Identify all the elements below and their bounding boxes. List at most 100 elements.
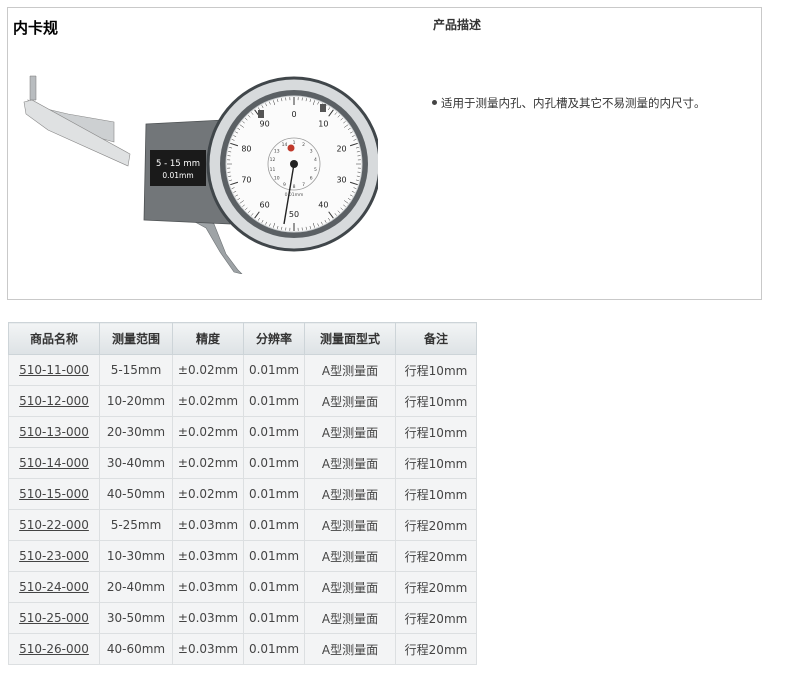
model-link[interactable]: 510-14-000	[19, 456, 89, 470]
face-type-cell: A型测量面	[304, 602, 396, 634]
dial-tolerance-marker-left	[258, 110, 264, 118]
dial-number: 60	[260, 200, 270, 209]
accuracy-cell: ±0.02mm	[172, 385, 244, 417]
remark-cell: 行程10mm	[395, 385, 477, 417]
range-cell: 40-50mm	[99, 478, 173, 510]
table-row: 510-11-000 5-15mm ±0.02mm 0.01mm A型测量面 行程10mm	[8, 354, 477, 386]
dial-inner-number: 7	[302, 182, 305, 188]
accuracy-cell: ±0.02mm	[172, 447, 244, 479]
dial-number: 0	[291, 110, 296, 119]
dial-number: 20	[336, 145, 346, 154]
dial-tolerance-marker-right	[320, 104, 326, 112]
accuracy-cell: ±0.02mm	[172, 354, 244, 386]
model-cell: 510-22-000	[8, 509, 100, 541]
dial-inner-number: 9	[283, 182, 286, 188]
face-type-cell: A型测量面	[304, 478, 396, 510]
dial-number: 40	[318, 200, 328, 209]
resolution-cell: 0.01mm	[243, 478, 305, 510]
gauge-upper-tip	[29, 75, 37, 101]
model-cell: 510-11-000	[8, 354, 100, 386]
table-row: 510-15-000 40-50mm ±0.02mm 0.01mm A型测量面 行程10m…	[8, 478, 477, 510]
remark-cell: 行程20mm	[395, 602, 477, 634]
resolution-cell: 0.01mm	[243, 447, 305, 479]
model-link[interactable]: 510-11-000	[19, 363, 89, 377]
dial-number: 70	[241, 175, 251, 184]
range-cell: 30-40mm	[99, 447, 173, 479]
dial-inner-number: 3	[310, 148, 313, 154]
model-cell: 510-23-000	[8, 540, 100, 572]
model-cell: 510-12-000	[8, 385, 100, 417]
description-text: 适用于测量内孔、内孔槽及其它不易测量的内尺寸。	[441, 96, 706, 110]
face-type-cell: A型测量面	[304, 385, 396, 417]
accuracy-cell: ±0.03mm	[172, 509, 244, 541]
range-cell: 10-30mm	[99, 540, 173, 572]
model-cell: 510-24-000	[8, 571, 100, 603]
model-cell: 510-25-000	[8, 602, 100, 634]
product-title: 内卡规	[13, 19, 59, 37]
product-image: 5 - 15 mm 0.01mm 0102030405060708090 1 23…	[23, 75, 378, 274]
accuracy-cell: ±0.03mm	[172, 602, 244, 634]
model-link[interactable]: 510-23-000	[19, 549, 89, 563]
dial-inner-number: 12	[270, 157, 276, 163]
spec-table-header-row: 商品名称 测量范围 精度 分辨率 测量面型式 备注	[8, 322, 477, 355]
dial-number: 30	[336, 175, 346, 184]
header-model: 商品名称	[8, 322, 100, 355]
dial-small-text: 0.01mm	[285, 192, 304, 198]
accuracy-cell: ±0.03mm	[172, 571, 244, 603]
model-link[interactable]: 510-13-000	[19, 425, 89, 439]
range-cell: 20-30mm	[99, 416, 173, 448]
range-cell: 10-20mm	[99, 385, 173, 417]
resolution-cell: 0.01mm	[243, 385, 305, 417]
range-cell: 40-60mm	[99, 633, 173, 665]
dial-inner-number: 8	[293, 184, 296, 190]
face-type-cell: A型测量面	[304, 416, 396, 448]
remark-cell: 行程20mm	[395, 571, 477, 603]
gauge-range-label: 5 - 15 mm	[156, 159, 200, 169]
model-link[interactable]: 510-22-000	[19, 518, 89, 532]
range-cell: 5-25mm	[99, 509, 173, 541]
table-row: 510-23-000 10-30mm ±0.03mm 0.01mm A型测量面 行程20m…	[8, 540, 477, 572]
dial-inner-number: 5	[314, 167, 317, 173]
accuracy-cell: ±0.03mm	[172, 633, 244, 665]
dial-inner-number: 11	[270, 167, 276, 173]
dial-inner-number: 14	[282, 142, 288, 148]
dial-inner-number: 13	[274, 148, 280, 154]
range-cell: 30-50mm	[99, 602, 173, 634]
product-panel: 内卡规 5 - 15 mm 0.01mm 0 10 20 30 40 50 60 70 80 90…	[7, 7, 762, 300]
dial-logo-icon	[287, 144, 295, 152]
resolution-cell: 0.01mm	[243, 354, 305, 386]
table-row: 510-26-000 40-60mm ±0.03mm 0.01mm A型测量面 行程20m…	[8, 633, 477, 665]
remark-cell: 行程10mm	[395, 447, 477, 479]
model-link[interactable]: 510-26-000	[19, 642, 89, 656]
resolution-cell: 0.01mm	[243, 416, 305, 448]
model-link[interactable]: 510-12-000	[19, 394, 89, 408]
face-type-cell: A型测量面	[304, 540, 396, 572]
remark-cell: 行程10mm	[395, 354, 477, 386]
remark-cell: 行程20mm	[395, 540, 477, 572]
dial-number: 10	[318, 120, 328, 129]
table-row: 510-22-000 5-25mm ±0.03mm 0.01mm A型测量面 行程20mm	[8, 509, 477, 541]
dial-inner-number: 10	[274, 176, 280, 182]
resolution-cell: 0.01mm	[243, 633, 305, 665]
table-row: 510-13-000 20-30mm ±0.02mm 0.01mm A型测量面 行程10m…	[8, 416, 477, 448]
dial-pivot	[290, 160, 298, 168]
table-row: 510-24-000 20-40mm ±0.03mm 0.01mm A型测量面 行程20m…	[8, 571, 477, 603]
dial-inner-number: 1	[293, 140, 296, 146]
dial-inner-number: 4	[314, 157, 317, 163]
header-remark: 备注	[395, 322, 477, 355]
model-link[interactable]: 510-25-000	[19, 611, 89, 625]
model-link[interactable]: 510-15-000	[19, 487, 89, 501]
face-type-cell: A型测量面	[304, 509, 396, 541]
header-face-type: 测量面型式	[304, 322, 396, 355]
dial-number: 90	[260, 120, 270, 129]
face-type-cell: A型测量面	[304, 633, 396, 665]
table-row: 510-14-000 30-40mm ±0.02mm 0.01mm A型测量面 行程10m…	[8, 447, 477, 479]
accuracy-cell: ±0.02mm	[172, 478, 244, 510]
resolution-cell: 0.01mm	[243, 540, 305, 572]
header-resolution: 分辨率	[243, 322, 305, 355]
description-item: 适用于测量内孔、内孔槽及其它不易测量的内尺寸。	[432, 95, 706, 111]
bullet-icon	[432, 100, 437, 105]
dial-inner-number: 2	[302, 142, 305, 148]
remark-cell: 行程20mm	[395, 633, 477, 665]
model-link[interactable]: 510-24-000	[19, 580, 89, 594]
